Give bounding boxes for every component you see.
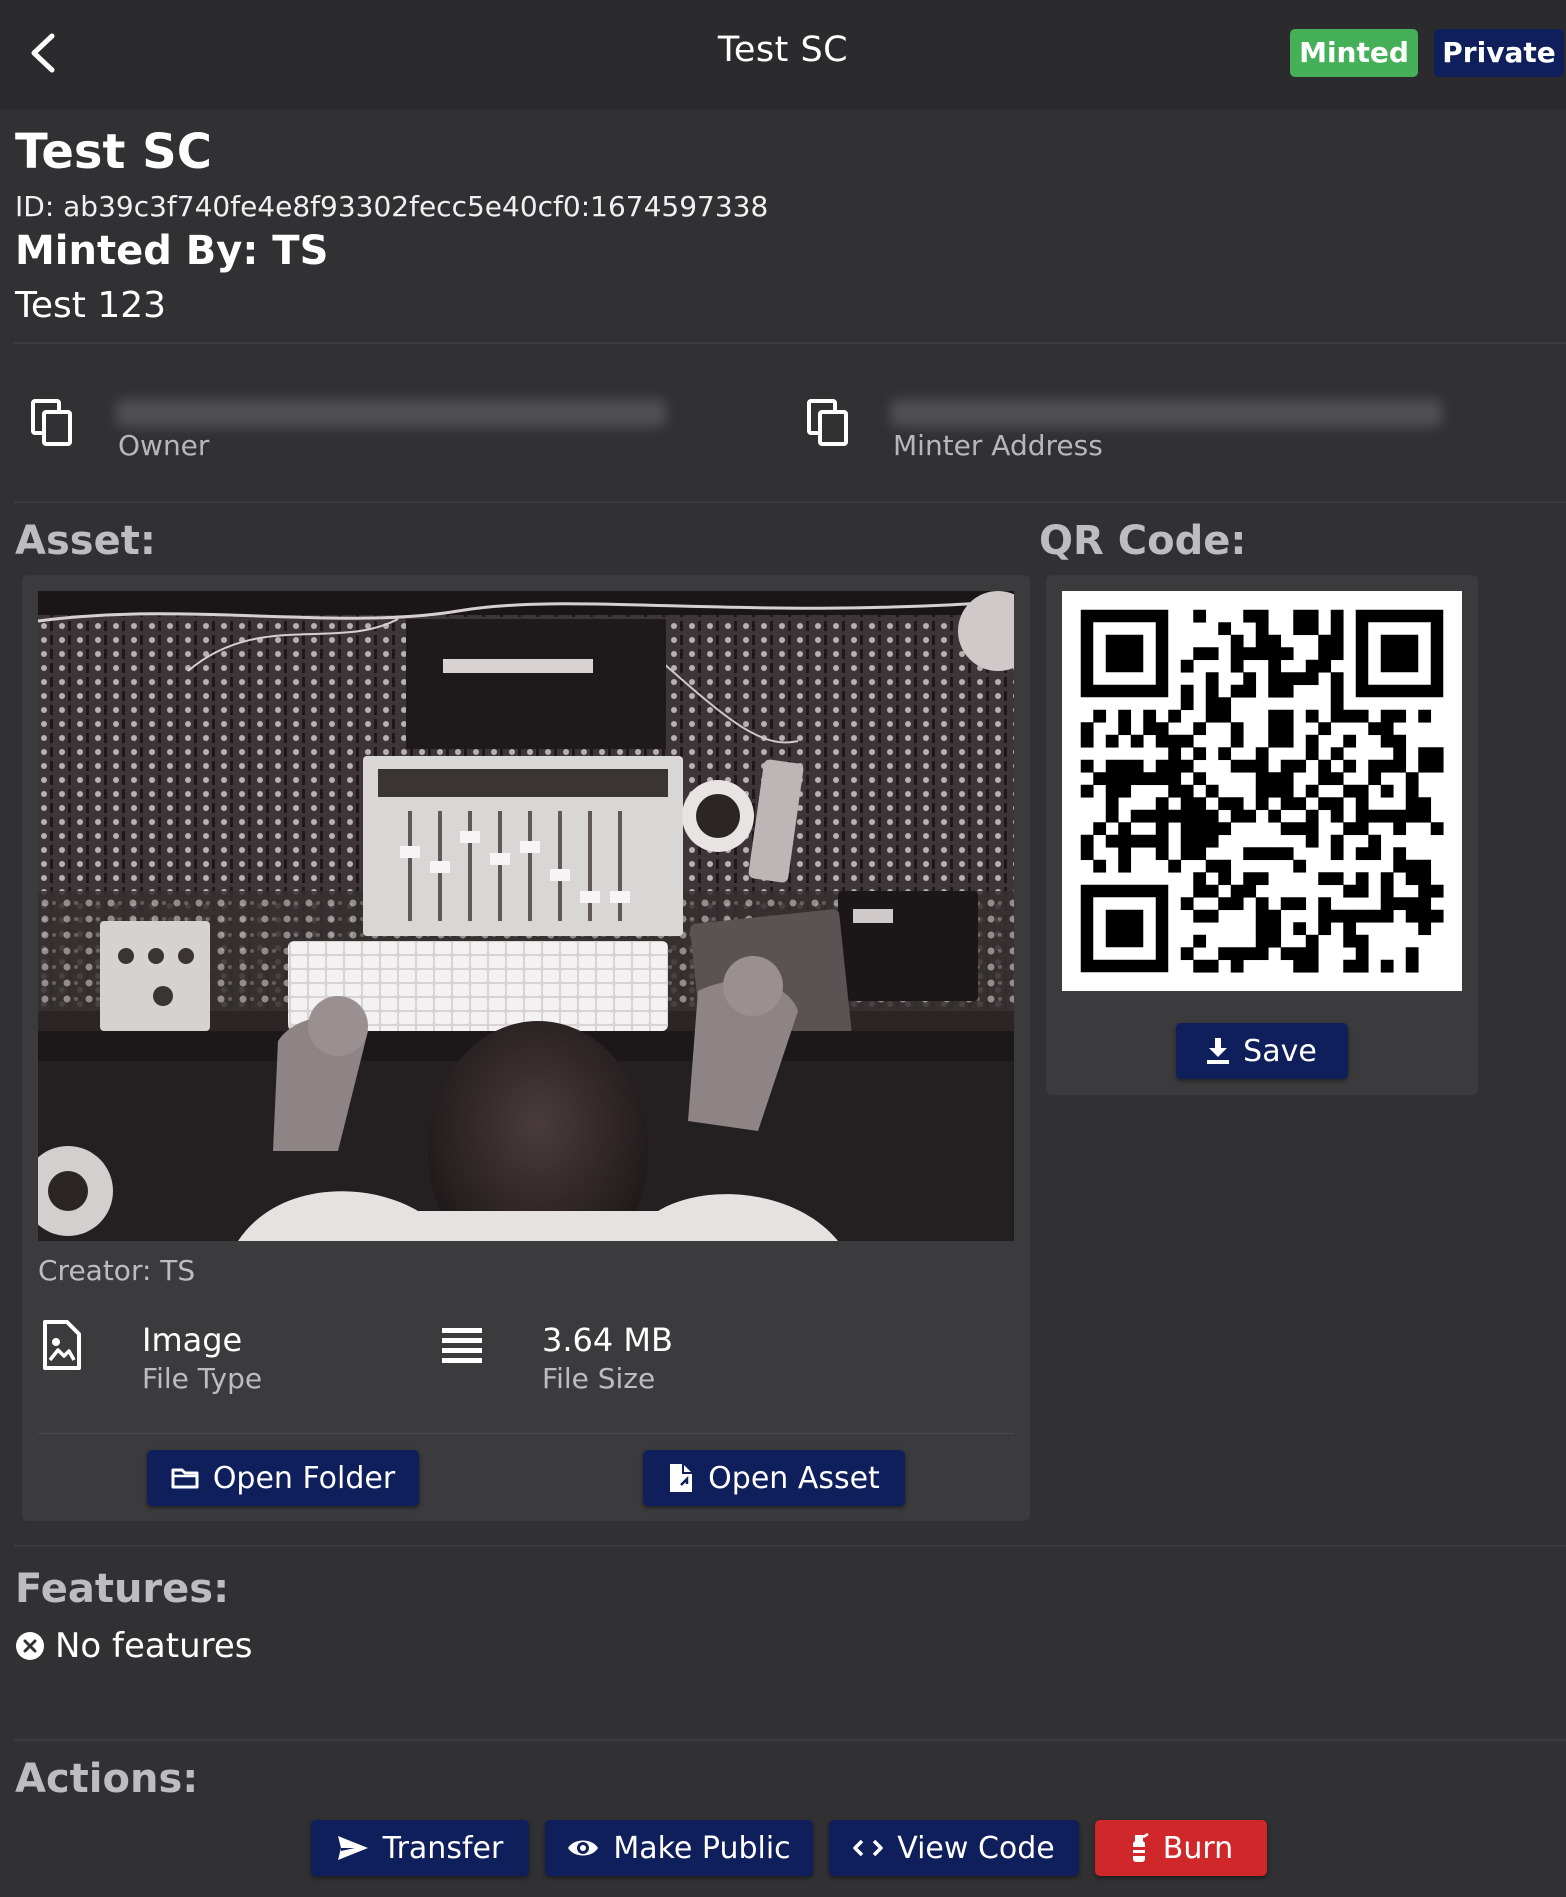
transfer-button[interactable]: Transfer (311, 1820, 529, 1876)
save-qr-button[interactable]: Save (1176, 1023, 1348, 1079)
qr-code (1062, 591, 1462, 991)
download-icon (1207, 1038, 1230, 1064)
close-circle-icon (16, 1632, 44, 1660)
view-code-button[interactable]: View Code (829, 1820, 1079, 1876)
open-asset-label: Open Asset (708, 1460, 880, 1496)
file-size-label: File Size (542, 1362, 656, 1395)
file-type-value: Image (142, 1321, 243, 1359)
file-type-label: File Type (142, 1362, 263, 1395)
token-title: Test SC (15, 124, 212, 180)
copy-minter-icon[interactable] (806, 398, 854, 450)
burn-button[interactable]: Burn (1095, 1820, 1267, 1876)
minter-address (890, 399, 1442, 427)
code-icon (853, 1839, 883, 1857)
private-badge: Private (1434, 29, 1564, 77)
asset-section-title: Asset: (15, 518, 156, 564)
storage-icon (442, 1328, 482, 1364)
image-file-icon (41, 1320, 83, 1370)
owner-address (116, 399, 666, 427)
token-id: ID: ab39c3f740fe4e8f93302fecc5e40cf0:167… (15, 190, 769, 223)
file-open-icon (670, 1464, 693, 1492)
actions-section-title: Actions: (15, 1756, 199, 1802)
features-section-title: Features: (15, 1566, 230, 1612)
divider (14, 342, 1566, 344)
make-public-label: Make Public (613, 1830, 791, 1866)
open-folder-label: Open Folder (212, 1460, 396, 1496)
minter-label: Minter Address (893, 429, 1103, 462)
asset-image[interactable] (38, 591, 1014, 1241)
file-size-value: 3.64 MB (542, 1321, 673, 1359)
folder-icon (171, 1468, 199, 1489)
burn-label: Burn (1162, 1830, 1234, 1866)
open-asset-button[interactable]: Open Asset (643, 1450, 905, 1506)
minted-by: Minted By: TS (15, 228, 329, 274)
creator-label: Creator: TS (38, 1254, 196, 1287)
copy-owner-icon[interactable] (30, 398, 78, 450)
divider (38, 1433, 1014, 1434)
divider (14, 1545, 1566, 1547)
fire-extinguisher-icon (1132, 1833, 1149, 1862)
view-code-label: View Code (897, 1830, 1055, 1866)
transfer-label: Transfer (382, 1830, 504, 1866)
top-bar: Test SC Minted Private (0, 0, 1566, 109)
minted-badge: Minted (1290, 29, 1418, 77)
token-description: Test 123 (15, 285, 167, 326)
send-icon (337, 1836, 368, 1860)
divider (14, 1739, 1566, 1741)
owner-label: Owner (118, 429, 210, 462)
eye-icon (568, 1840, 599, 1856)
save-label: Save (1243, 1033, 1317, 1069)
no-features: No features (15, 1624, 253, 1668)
no-features-label: No features (55, 1626, 253, 1666)
divider (14, 501, 1566, 503)
qr-section-title: QR Code: (1039, 518, 1247, 564)
open-folder-button[interactable]: Open Folder (147, 1450, 419, 1506)
make-public-button[interactable]: Make Public (545, 1820, 813, 1876)
